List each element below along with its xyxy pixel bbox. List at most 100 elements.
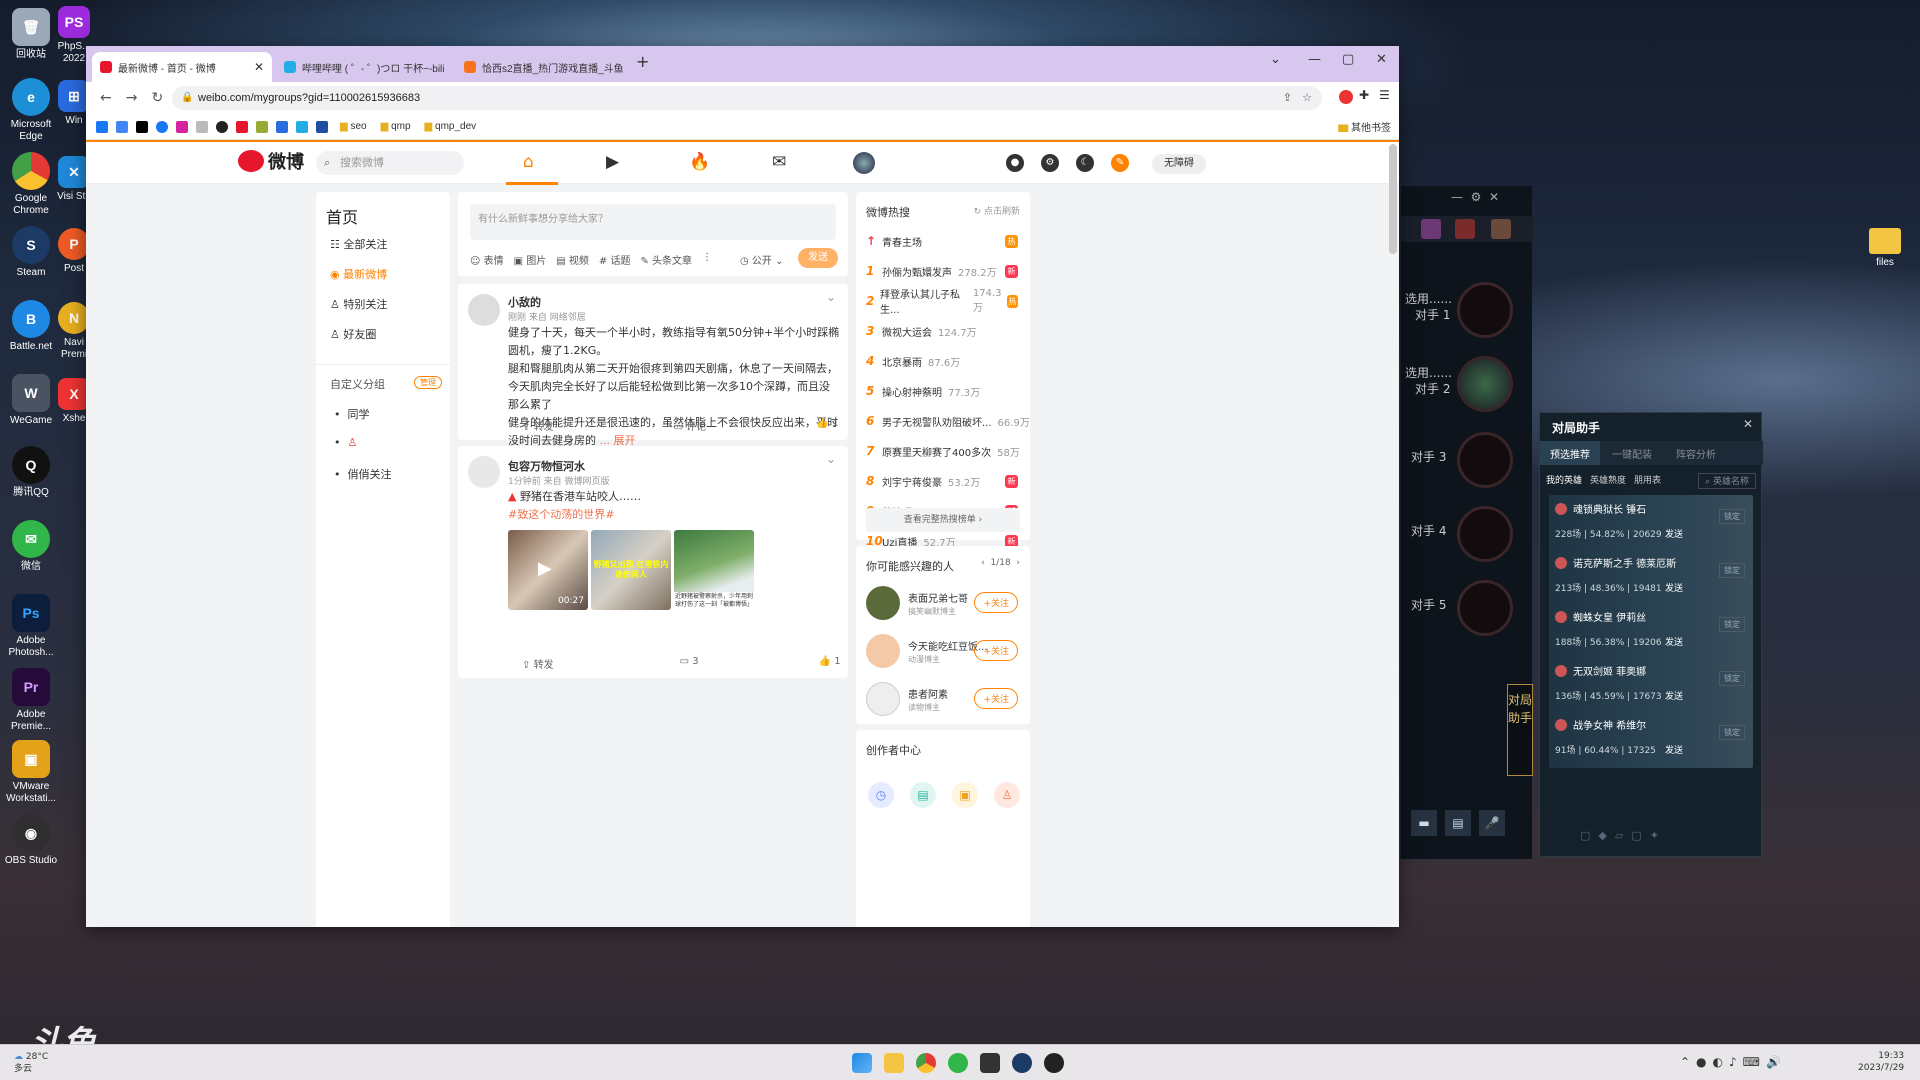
desktop-icon-recycle-bin[interactable]: 🗑 回收站 <box>0 8 62 61</box>
bookmark-star-icon[interactable]: ☆ <box>1302 86 1312 110</box>
page-scrollbar[interactable] <box>1389 144 1397 254</box>
back-icon[interactable]: ← <box>100 90 112 106</box>
notification-icon[interactable]: ● <box>1006 154 1024 172</box>
follow-button[interactable]: +关注 <box>974 688 1018 709</box>
nav-message-icon[interactable]: ✉ <box>772 152 786 172</box>
post-username[interactable]: 包容万物恒河水 <box>508 458 585 474</box>
hot-search-item[interactable]: 2 拜登承认其儿子私生... 174.3万热 <box>856 286 1030 316</box>
write-post-icon[interactable]: ✎ <box>1111 154 1129 172</box>
article-button[interactable]: ✎ 头条文章 <box>640 252 692 267</box>
tab-search-icon[interactable]: ⌄ <box>1270 52 1281 67</box>
nav-home-icon[interactable]: ⌂ <box>523 152 534 172</box>
x-icon[interactable] <box>136 120 148 133</box>
desktop-icon-obs[interactable]: ◉ OBS Studio <box>0 814 62 867</box>
desktop-icon-edge[interactable]: e Microsoft Edge <box>0 78 62 143</box>
bookmark-icon[interactable] <box>196 120 208 133</box>
new-tab-button[interactable]: + <box>636 52 649 71</box>
chrome-taskbar-icon[interactable] <box>916 1053 936 1073</box>
minimize-button[interactable]: — <box>1308 52 1321 67</box>
hero-card[interactable]: 无双剑姬 菲奥娜 136场 | 45.59% | 17673 发送 锁定 <box>1549 657 1753 714</box>
system-tray-icons[interactable]: ⌃●◐♪⌨🔊 <box>1680 1055 1787 1069</box>
tab-close-icon[interactable]: ✕ <box>445 60 453 74</box>
desktop-icon-wechat[interactable]: ✉ 微信 <box>0 520 62 573</box>
hot-search-item[interactable]: 3 微视大运会 124.7万 <box>856 316 1030 346</box>
helper-tab-recommend[interactable]: 预选推荐 <box>1540 441 1600 465</box>
more-icon[interactable]: ⋮ <box>702 252 712 267</box>
bookmark-folder-seo[interactable]: ▆ seo <box>340 121 367 132</box>
desktop-icon-battlenet[interactable]: B Battle.net <box>0 300 62 353</box>
subtab-proficiency[interactable]: 英雄熟度 <box>1590 473 1626 489</box>
helper-tab-equip[interactable]: 一键配装 <box>1600 441 1664 465</box>
instagram-icon[interactable] <box>176 120 188 133</box>
settings-icon[interactable]: ⚙ <box>1041 154 1059 172</box>
post-image[interactable]: 近野猪被警察射杀，少年用刺球打伤了这一刻「被都博悟」 <box>674 530 754 610</box>
post-video-thumbnail[interactable]: ▶ 00:27 <box>508 530 588 610</box>
start-windows-icon[interactable] <box>852 1053 872 1073</box>
subtab-my-heroes[interactable]: 我的英雄 <box>1546 473 1582 489</box>
hot-search-item[interactable]: 4 北京暴雨 87.6万 <box>856 346 1030 376</box>
bookmark-icon[interactable] <box>316 120 328 133</box>
tab-bilibili[interactable]: 哔哩哔哩 ( ゜- ゜)つロ 干杯~-bili✕ <box>276 52 452 82</box>
follow-button[interactable]: +关注 <box>974 592 1018 613</box>
opponent-slot-5[interactable]: 对手 5 <box>1401 574 1533 646</box>
video-button[interactable]: ▤ 视频 <box>556 252 589 267</box>
desktop-icon-photoshop[interactable]: Ps Adobe Photosh... <box>0 594 62 659</box>
weibo-logo[interactable]: 微博 <box>238 148 304 174</box>
visibility-select[interactable]: ◷ 公开 ⌄ <box>740 252 783 267</box>
send-button[interactable]: 发送 <box>1665 635 1683 648</box>
nav-hot-icon[interactable]: 🔥 <box>689 152 710 172</box>
desktop-icon-wegame[interactable]: W WeGame <box>0 374 62 427</box>
clock[interactable]: 19:33 2023/7/29 <box>1858 1050 1904 1074</box>
topic-button[interactable]: # 话题 <box>599 252 631 267</box>
tab-close-icon[interactable]: ✕ <box>248 60 264 74</box>
weibo-icon[interactable] <box>236 120 248 133</box>
opponent-slot-3[interactable]: 对手 3 <box>1401 426 1533 498</box>
reading-list-icon[interactable]: ☰ <box>1379 88 1390 102</box>
send-button[interactable]: 发送 <box>1665 581 1683 594</box>
hot-search-item[interactable]: 1 孙俪为甄嬛发声 278.2万新 <box>856 256 1030 286</box>
send-button[interactable]: 发送 <box>798 248 838 268</box>
lock-button[interactable]: 锁定 <box>1719 725 1745 740</box>
accessibility-button[interactable]: 无障碍 <box>1152 154 1206 174</box>
dark-mode-icon[interactable]: ☾ <box>1076 154 1094 172</box>
hot-search-item[interactable]: 6 男子无视警队劝阻破坏... 66.9万 <box>856 406 1030 436</box>
hero-search-input[interactable]: ⌕ 英雄名称 <box>1698 473 1756 489</box>
bookmark-icon[interactable] <box>256 120 268 133</box>
sidebar-item-all[interactable]: ☷ 全部关注 <box>330 236 387 252</box>
post-topic-link[interactable]: #致这个动荡的世界# <box>508 506 614 524</box>
user-avatar[interactable] <box>853 152 875 174</box>
like-button[interactable]: 👍 1 <box>816 418 838 433</box>
desktop-icon-steam[interactable]: S Steam <box>0 226 62 279</box>
steam-taskbar-icon[interactable] <box>1012 1053 1032 1073</box>
sound-icon[interactable]: ▤ <box>1445 810 1471 836</box>
suggested-person[interactable]: 表面兄弟七哥 搞笑幽默博主 +关注 <box>856 586 1030 634</box>
app-taskbar-icon[interactable] <box>1044 1053 1064 1073</box>
content-icon[interactable]: ▤ <box>910 782 936 808</box>
post-menu-chevron-down-icon[interactable]: ⌄ <box>826 452 836 466</box>
tab-douyu[interactable]: 恰西s2直播_热门游戏直播_斗鱼✕ <box>456 52 626 82</box>
extensions-puzzle-icon[interactable]: ✚ <box>1359 88 1369 102</box>
bookmark-icon[interactable] <box>96 120 108 133</box>
desktop-icon-qq[interactable]: Q 腾讯QQ <box>0 446 62 499</box>
hero-card[interactable]: 蜘蛛女皇 伊莉丝 188场 | 56.38% | 19206 发送 锁定 <box>1549 603 1753 660</box>
tab-weibo[interactable]: 最新微博 - 首页 - 微博 ✕ <box>92 52 272 82</box>
weather-widget[interactable]: ☁ 28°C 多云 <box>14 1051 48 1075</box>
avatar[interactable] <box>468 294 500 326</box>
desktop-icon-premiere[interactable]: Pr Adobe Premie... <box>0 668 62 733</box>
wechat-taskbar-icon[interactable] <box>948 1053 968 1073</box>
manage-groups-button[interactable]: 管理 <box>414 376 442 389</box>
hot-search-item[interactable]: 7 原赛里天柳赛了400多次 58万 <box>856 436 1030 466</box>
helper-close-icon[interactable]: ✕ <box>1743 417 1753 431</box>
lock-button[interactable]: 锁定 <box>1719 617 1745 632</box>
other-bookmarks[interactable]: ▆ 其他书签 <box>1338 119 1391 134</box>
sidebar-item-latest[interactable]: ◉ 最新微博 <box>330 266 387 282</box>
bilibili-icon[interactable] <box>296 120 308 133</box>
hero-card[interactable]: 战争女神 希维尔 91场 | 60.44% | 17325 发送 锁定 <box>1549 711 1753 768</box>
avatar[interactable] <box>468 456 500 488</box>
sidebar-item-special[interactable]: ♙ 特别关注 <box>330 296 387 312</box>
comment-button[interactable]: ▭ 3 <box>680 656 699 671</box>
facebook-icon[interactable] <box>156 120 168 133</box>
post-image[interactable]: 野猪又出现 在港铁内连伤两人 <box>591 530 671 610</box>
close-window-button[interactable]: ✕ <box>1376 52 1387 67</box>
comment-button[interactable]: ▭ 评论 <box>674 418 707 433</box>
